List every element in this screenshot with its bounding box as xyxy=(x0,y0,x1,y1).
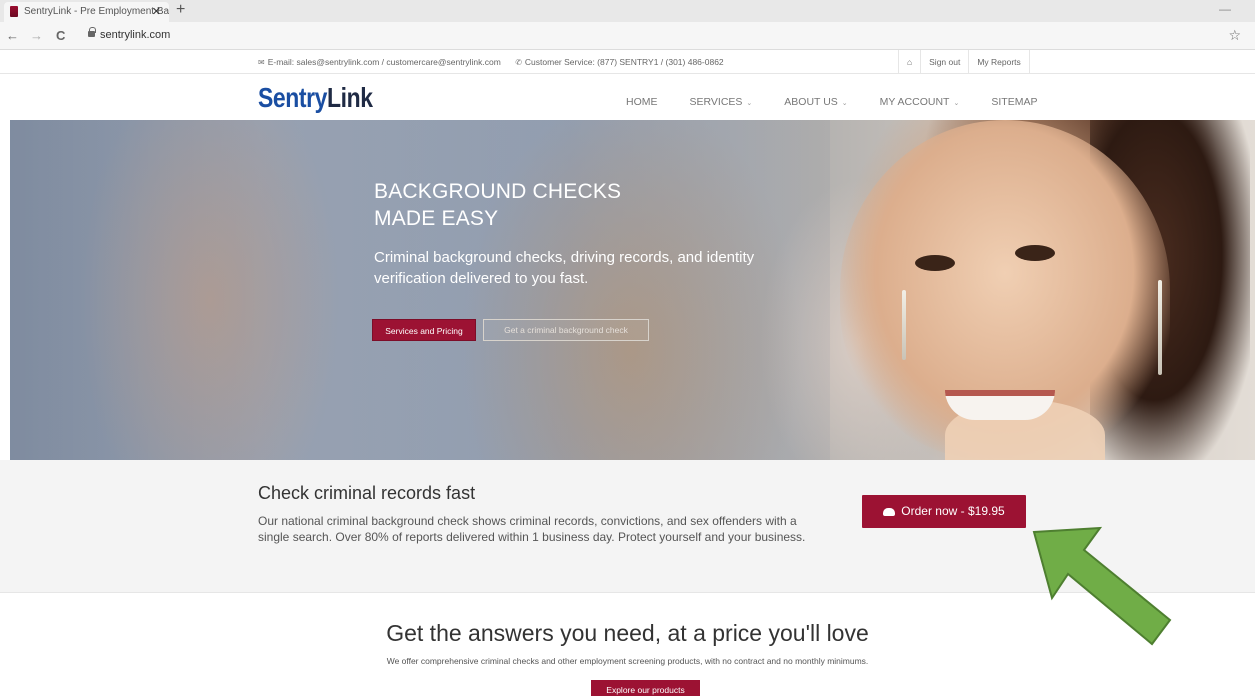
my-reports-link[interactable]: My Reports xyxy=(968,50,1030,74)
nav-account-label: MY ACCOUNT xyxy=(879,96,950,108)
hero-subtitle: Criminal background checks, driving reco… xyxy=(374,249,755,287)
main-navigation: HOME SERVICES ⌄ ABOUT US ⌄ MY ACCOUNT ⌄ SIT… xyxy=(626,96,1069,108)
order-now-button[interactable]: Order now - $19.95 xyxy=(862,495,1026,528)
nav-services[interactable]: SERVICES ⌄ xyxy=(690,96,753,108)
sentrylink-logo[interactable]: SentryLink xyxy=(258,82,373,114)
nav-about-us[interactable]: ABOUT US ⌄ xyxy=(784,96,847,108)
hero-photo-eye xyxy=(1015,245,1055,261)
site-top-bar: ✉ E-mail: sales@sentrylink.com / customer… xyxy=(0,50,1255,74)
hero-photo-smile xyxy=(945,390,1055,420)
promo-title: Check criminal records fast xyxy=(258,483,476,503)
phone-icon: ✆ xyxy=(515,58,522,67)
forward-arrow-icon[interactable]: → xyxy=(30,28,43,43)
site-header: SentryLink HOME SERVICES ⌄ ABOUT US ⌄ MY A… xyxy=(0,75,1255,119)
contact-info: ✉ E-mail: sales@sentrylink.com / customer… xyxy=(258,57,724,67)
chevron-down-icon: ⌄ xyxy=(841,100,848,107)
explore-products-button[interactable]: Explore our products xyxy=(591,680,700,696)
back-arrow-icon[interactable]: ← xyxy=(6,28,19,43)
nav-home[interactable]: HOME xyxy=(626,96,658,108)
chevron-down-icon: ⌄ xyxy=(746,100,753,107)
reload-icon[interactable]: C xyxy=(56,28,65,43)
new-tab-icon[interactable]: + xyxy=(176,1,185,19)
criminal-check-button[interactable]: Get a criminal background check xyxy=(483,319,649,341)
home-icon[interactable]: ⌂ xyxy=(898,50,920,74)
hero-photo-eye xyxy=(915,255,955,271)
sign-out-link[interactable]: Sign out xyxy=(920,50,968,74)
nav-services-label: SERVICES xyxy=(689,96,743,108)
chevron-down-icon: ⌄ xyxy=(953,100,960,107)
hero-title-line2: MADE EASY xyxy=(374,207,499,230)
hero-banner: BACKGROUND CHECKS MADE EASY Criminal bac… xyxy=(10,120,1255,460)
cloud-download-icon xyxy=(883,508,896,516)
contact-phone: Customer Service: (877) SENTRY1 / (301) … xyxy=(524,57,724,67)
promo-text: Our national criminal background check s… xyxy=(258,514,806,544)
browser-tab[interactable]: SentryLink - Pre Employment Ba ✕ xyxy=(4,2,169,22)
nav-my-account[interactable]: MY ACCOUNT ⌄ xyxy=(880,96,960,108)
browser-tab-bar: SentryLink - Pre Employment Ba ✕ + — xyxy=(0,0,1255,22)
contact-email[interactable]: E-mail: sales@sentrylink.com / customerc… xyxy=(268,57,501,67)
tab-title: SentryLink - Pre Employment Ba xyxy=(24,6,169,17)
logo-text-link: Link xyxy=(327,82,373,113)
account-links: ⌂ Sign out My Reports xyxy=(898,50,1030,74)
arrow-shape xyxy=(1032,526,1172,646)
address-bar: ← → C sentrylink.com ☆ xyxy=(0,22,1255,50)
earring-icon xyxy=(1158,280,1162,375)
hero-background-blur xyxy=(10,120,830,460)
services-pricing-button[interactable]: Services and Pricing xyxy=(372,319,476,341)
earring-icon xyxy=(902,290,906,360)
nav-about-label: ABOUT US xyxy=(784,96,838,108)
hero-title-line1: BACKGROUND CHECKS xyxy=(374,180,622,203)
logo-text-sentry: Sentry xyxy=(258,82,328,113)
order-now-label: Order now - $19.95 xyxy=(901,504,1005,518)
bookmark-star-icon[interactable]: ☆ xyxy=(1228,27,1241,44)
envelope-icon: ✉ xyxy=(258,58,265,67)
nav-sitemap[interactable]: SITEMAP xyxy=(991,96,1037,108)
close-tab-icon[interactable]: ✕ xyxy=(152,5,161,18)
green-arrow-annotation-icon xyxy=(1032,526,1172,646)
hero-title: BACKGROUND CHECKS MADE EASY xyxy=(374,178,621,232)
lock-icon xyxy=(88,27,96,37)
sentrylink-favicon-icon xyxy=(10,6,18,17)
minimize-icon[interactable]: — xyxy=(1219,2,1231,16)
url-field[interactable]: sentrylink.com xyxy=(100,29,170,41)
